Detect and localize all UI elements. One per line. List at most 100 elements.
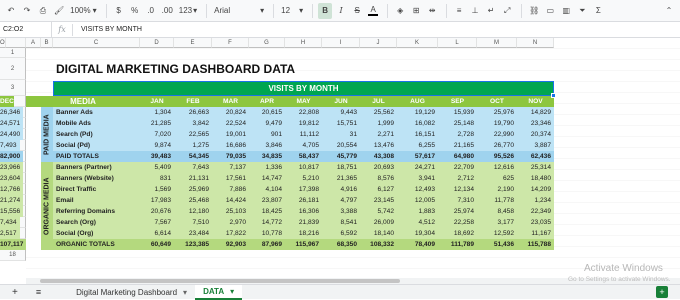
total-value-cell[interactable]: 54,345	[174, 151, 212, 162]
collapse-toolbar-icon[interactable]: ⌃	[662, 3, 676, 19]
value-cell[interactable]: 25,148	[438, 118, 477, 129]
value-cell[interactable]: 3,842	[174, 118, 212, 129]
scrollbar-thumb[interactable]	[40, 279, 400, 283]
column-header[interactable]: N	[517, 38, 554, 48]
total-value-cell[interactable]: 87,969	[249, 239, 285, 250]
percent-button[interactable]: %	[128, 3, 142, 19]
value-cell[interactable]: 16,686	[212, 140, 249, 151]
increase-decimal-button[interactable]: .00	[160, 3, 175, 19]
value-cell[interactable]: 7,434	[0, 217, 20, 228]
value-cell[interactable]: 25,468	[174, 195, 212, 206]
value-cell[interactable]: 4,916	[322, 184, 360, 195]
name-box[interactable]: C2:O2	[0, 21, 52, 38]
decrease-decimal-button[interactable]: .0	[144, 3, 158, 19]
column-header[interactable]: L	[438, 38, 477, 48]
value-cell[interactable]: 18,692	[438, 228, 477, 239]
value-cell[interactable]: 6,255	[397, 140, 438, 151]
value-cell[interactable]: 11,112	[285, 129, 322, 140]
visits-by-month-banner[interactable]: VISITS BY MONTH	[53, 81, 554, 96]
value-cell[interactable]: 7,493	[0, 140, 20, 151]
total-value-cell[interactable]: 108,332	[360, 239, 397, 250]
value-cell[interactable]: 24,271	[397, 162, 438, 173]
value-cell[interactable]: 22,524	[212, 118, 249, 129]
value-cell[interactable]: 7,510	[174, 217, 212, 228]
total-value-cell[interactable]: 64,980	[438, 151, 477, 162]
sheet-tab-data[interactable]: DATA ▾	[195, 284, 243, 300]
value-cell[interactable]: 17,398	[285, 184, 322, 195]
value-cell[interactable]: 6,614	[140, 228, 174, 239]
value-cell[interactable]: 19,790	[477, 118, 517, 129]
total-value-cell[interactable]: 60,649	[140, 239, 174, 250]
value-cell[interactable]: 17,983	[140, 195, 174, 206]
value-cell[interactable]: 15,939	[438, 107, 477, 118]
value-cell[interactable]: 12,592	[477, 228, 517, 239]
value-cell[interactable]: 14,829	[517, 107, 554, 118]
value-cell[interactable]: 6,592	[322, 228, 360, 239]
value-cell[interactable]: 3,177	[477, 217, 517, 228]
sheet-list-icon[interactable]: ≡	[27, 285, 50, 300]
value-cell[interactable]: 16,306	[285, 206, 322, 217]
font-size-select[interactable]: 12 ▾	[279, 3, 305, 19]
total-value-cell[interactable]: 115,788	[517, 239, 554, 250]
value-cell[interactable]: 23,145	[360, 195, 397, 206]
value-cell[interactable]: 15,556	[0, 206, 24, 217]
zoom-select[interactable]: 100% ▾	[68, 3, 98, 19]
value-cell[interactable]: 12,134	[438, 184, 477, 195]
more-formats-button[interactable]: 123 ▾	[177, 3, 199, 19]
value-cell[interactable]: 2,728	[438, 129, 477, 140]
column-header[interactable]: M	[477, 38, 517, 48]
total-value-cell[interactable]: 58,437	[285, 151, 322, 162]
print-icon[interactable]: ⎙	[36, 3, 50, 19]
functions-icon[interactable]: Σ	[591, 3, 605, 19]
value-cell[interactable]: 22,990	[477, 129, 517, 140]
value-cell[interactable]: 9,874	[140, 140, 174, 151]
comment-icon[interactable]: ▭	[543, 3, 557, 19]
value-cell[interactable]: 25,976	[477, 107, 517, 118]
value-cell[interactable]: 15,751	[322, 118, 360, 129]
value-cell[interactable]: 21,131	[174, 173, 212, 184]
value-cell[interactable]: 20,676	[140, 206, 174, 217]
value-cell[interactable]: 21,839	[285, 217, 322, 228]
link-icon[interactable]: ⛓	[527, 3, 541, 19]
value-cell[interactable]: 12,493	[397, 184, 438, 195]
value-cell[interactable]: 1,883	[397, 206, 438, 217]
value-cell[interactable]: 5,210	[285, 173, 322, 184]
value-cell[interactable]: 625	[477, 173, 517, 184]
value-cell[interactable]: 1,304	[140, 107, 174, 118]
total-value-cell[interactable]: 45,779	[322, 151, 360, 162]
column-header[interactable]: K	[397, 38, 438, 48]
value-cell[interactable]: 20,824	[212, 107, 249, 118]
total-value-cell[interactable]: 107,117	[0, 239, 27, 250]
row-header[interactable]: 3	[0, 80, 26, 96]
bold-button[interactable]: B	[318, 2, 333, 19]
value-cell[interactable]: 19,812	[285, 118, 322, 129]
value-cell[interactable]: 1,336	[249, 162, 285, 173]
value-cell[interactable]: 22,349	[517, 206, 554, 217]
value-cell[interactable]: 4,705	[285, 140, 322, 151]
text-color-button[interactable]: A	[366, 3, 380, 19]
value-cell[interactable]: 24,571	[0, 118, 24, 129]
row-header[interactable]: 2	[0, 58, 26, 80]
value-cell[interactable]: 25,103	[212, 206, 249, 217]
value-cell[interactable]: 21,365	[322, 173, 360, 184]
value-cell[interactable]: 11,778	[477, 195, 517, 206]
value-cell[interactable]: 26,346	[0, 107, 24, 118]
value-cell[interactable]: 7,310	[438, 195, 477, 206]
text-rotate-icon[interactable]: ⤢	[500, 3, 514, 19]
row-header[interactable]: 1	[0, 48, 26, 58]
value-cell[interactable]: 9,479	[249, 118, 285, 129]
value-cell[interactable]: 6,127	[360, 184, 397, 195]
value-cell[interactable]: 18,751	[322, 162, 360, 173]
borders-icon[interactable]: ⊞	[409, 3, 423, 19]
value-cell[interactable]: 831	[140, 173, 174, 184]
total-value-cell[interactable]: 123,385	[174, 239, 212, 250]
value-cell[interactable]: 31	[322, 129, 360, 140]
redo-icon[interactable]: ↷	[20, 3, 34, 19]
value-cell[interactable]: 23,035	[517, 217, 554, 228]
value-cell[interactable]: 1,999	[360, 118, 397, 129]
spreadsheet-grid[interactable]: ABCDEFGHIJKLMNO1234567891011121314151617…	[0, 38, 680, 284]
currency-button[interactable]: $	[112, 3, 126, 19]
value-cell[interactable]: 7,886	[212, 184, 249, 195]
value-cell[interactable]: 7,020	[140, 129, 174, 140]
total-value-cell[interactable]: 68,350	[322, 239, 360, 250]
